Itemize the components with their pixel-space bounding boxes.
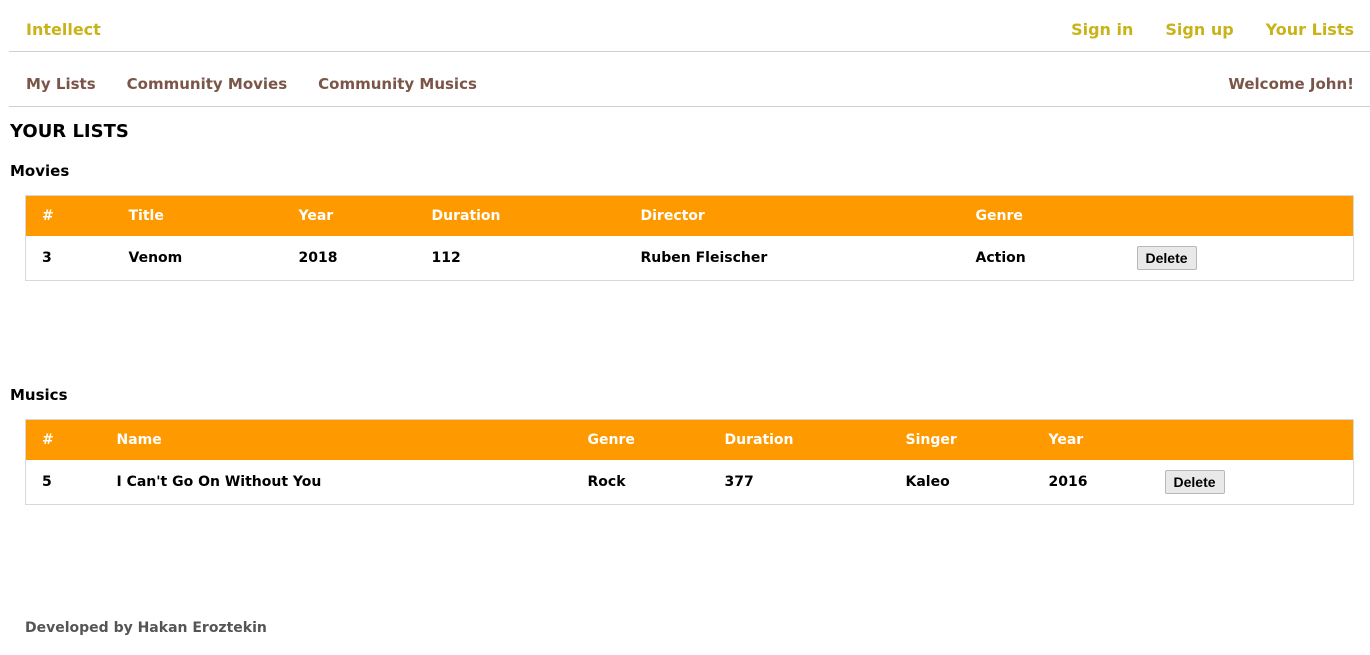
musics-col-singer: Singer bbox=[905, 431, 957, 448]
main-nav: My Lists Community Movies Community Musi… bbox=[9, 52, 1370, 107]
movies-table-header: # Title Year Duration Director Genre bbox=[25, 195, 1354, 236]
movies-col-id: # bbox=[42, 207, 54, 224]
musics-col-duration: Duration bbox=[724, 431, 794, 448]
movie-title: Venom bbox=[128, 249, 183, 266]
movies-section-title: Movies bbox=[10, 162, 70, 180]
nav-community-musics[interactable]: Community Musics bbox=[318, 75, 477, 93]
movie-action-cell: Delete bbox=[1136, 236, 1354, 281]
movies-col-genre: Genre bbox=[975, 207, 1023, 224]
musics-col-name: Name bbox=[116, 431, 162, 448]
table-row: 3 Venom 2018 112 Ruben Fleischer Action … bbox=[26, 236, 1354, 281]
delete-movie-button[interactable]: Delete bbox=[1136, 245, 1197, 270]
top-bar: Intellect Sign in Sign up Your Lists bbox=[9, 0, 1370, 52]
movie-director: Ruben Fleischer bbox=[640, 249, 768, 266]
music-singer: Kaleo bbox=[905, 473, 950, 490]
musics-table-header: # Name Genre Duration Singer Year bbox=[25, 419, 1354, 460]
musics-col-genre: Genre bbox=[587, 431, 635, 448]
music-genre: Rock bbox=[587, 473, 626, 490]
nav-my-lists[interactable]: My Lists bbox=[26, 75, 96, 93]
music-action-cell: Delete bbox=[1164, 460, 1354, 505]
footer-credit: Developed by Hakan Eroztekin bbox=[25, 620, 267, 636]
movie-duration: 112 bbox=[431, 249, 461, 266]
movies-col-director: Director bbox=[640, 207, 705, 224]
musics-table: # Name Genre Duration Singer Year 5 I Ca… bbox=[25, 419, 1354, 505]
nav-community-movies[interactable]: Community Movies bbox=[127, 75, 288, 93]
movies-col-title: Title bbox=[128, 207, 164, 224]
movie-year: 2018 bbox=[298, 249, 338, 266]
music-name: I Can't Go On Without You bbox=[116, 473, 322, 490]
movie-id: 3 bbox=[42, 249, 52, 266]
welcome-message: Welcome John! bbox=[1228, 75, 1354, 93]
music-id: 5 bbox=[42, 473, 52, 490]
your-lists-link[interactable]: Your Lists bbox=[1266, 20, 1354, 39]
table-row: 5 I Can't Go On Without You Rock 377 Kal… bbox=[26, 460, 1354, 505]
auth-links: Sign in Sign up Your Lists bbox=[1071, 20, 1354, 39]
movies-col-action bbox=[1137, 196, 1354, 236]
musics-col-action bbox=[1165, 420, 1354, 460]
nav-links: My Lists Community Movies Community Musi… bbox=[26, 75, 477, 93]
brand-link[interactable]: Intellect bbox=[26, 20, 101, 39]
sign-in-link[interactable]: Sign in bbox=[1071, 20, 1133, 39]
page-title: YOUR LISTS bbox=[10, 121, 129, 142]
sign-up-link[interactable]: Sign up bbox=[1165, 20, 1233, 39]
movie-genre: Action bbox=[975, 249, 1026, 266]
musics-section-title: Musics bbox=[10, 386, 68, 404]
music-duration: 377 bbox=[724, 473, 754, 490]
movies-col-year: Year bbox=[298, 207, 334, 224]
delete-music-button[interactable]: Delete bbox=[1164, 469, 1225, 494]
musics-col-id: # bbox=[42, 431, 54, 448]
musics-col-year: Year bbox=[1048, 431, 1084, 448]
movies-table: # Title Year Duration Director Genre 3 V… bbox=[25, 195, 1354, 281]
music-year: 2016 bbox=[1048, 473, 1088, 490]
movies-col-duration: Duration bbox=[431, 207, 501, 224]
